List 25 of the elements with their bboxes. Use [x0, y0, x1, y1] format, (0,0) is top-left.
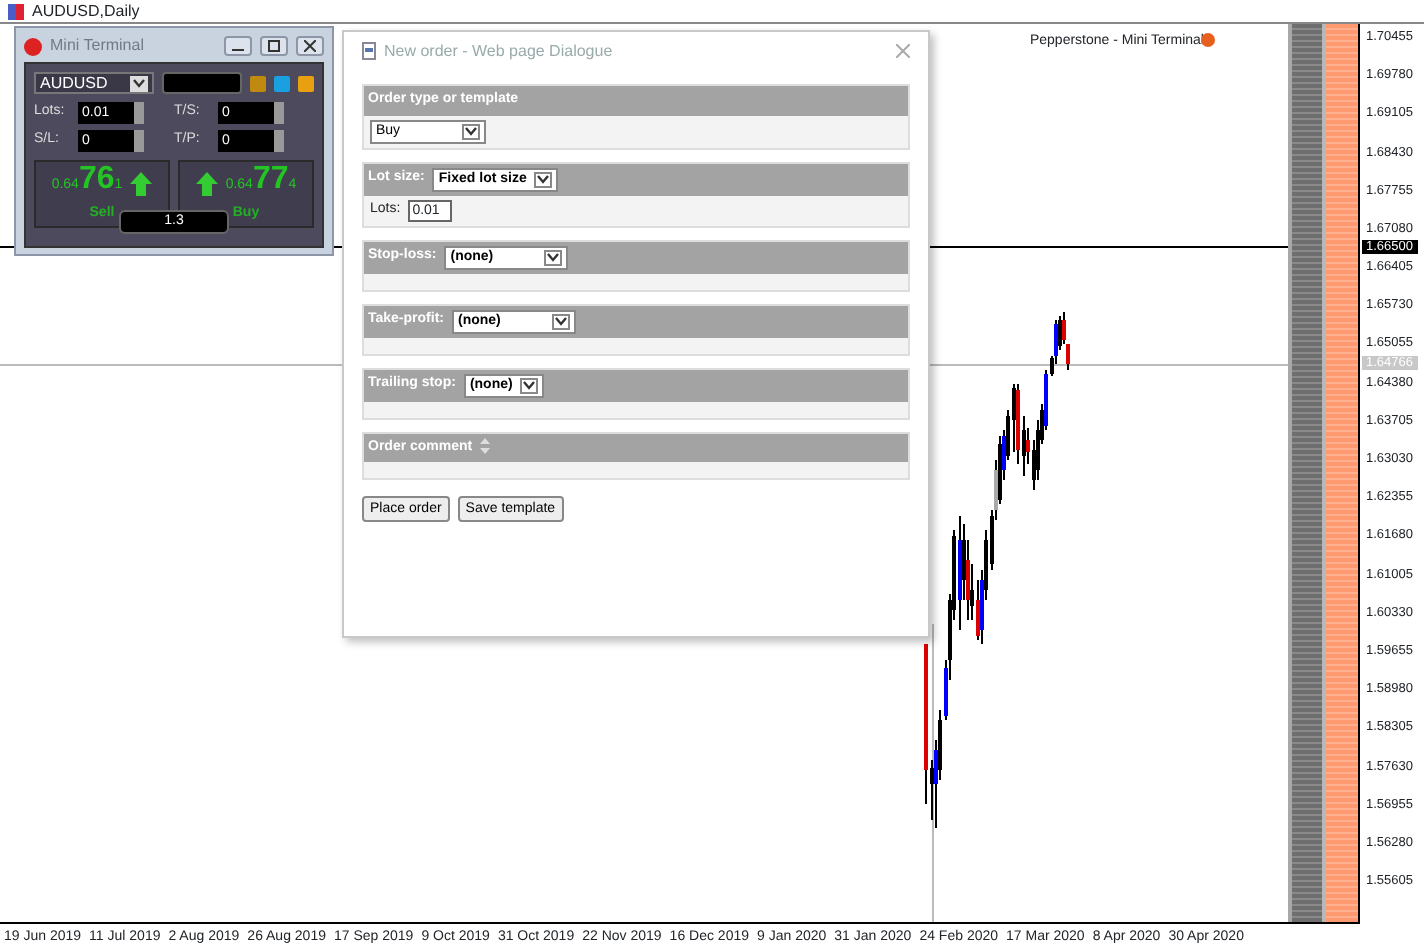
square-icon [268, 39, 280, 51]
status-display [162, 72, 242, 94]
window-title: AUDUSD,Daily [32, 0, 140, 23]
close-icon[interactable] [896, 40, 910, 64]
up-arrow-icon [195, 171, 218, 196]
caret-icon [520, 377, 539, 393]
sort-icon[interactable] [480, 437, 491, 458]
close-button[interactable] [296, 35, 324, 55]
caret-icon [130, 75, 148, 91]
up-arrow-icon [130, 171, 153, 196]
price-text: 76 [78, 161, 115, 195]
close-icon [304, 39, 316, 51]
symbol-select[interactable]: AUDUSD [34, 72, 154, 94]
minimize-button[interactable] [224, 35, 252, 55]
caret-icon [551, 313, 570, 329]
window-title: Mini Terminal [50, 33, 146, 57]
caret-icon [534, 171, 553, 187]
chart-icon [8, 3, 24, 19]
window-title: New order - Web page Dialogue [384, 40, 615, 64]
price-text: 77 [252, 161, 289, 195]
caret-icon [462, 123, 480, 139]
logo-icon [24, 36, 42, 54]
caret-icon [544, 249, 563, 265]
restore-button[interactable] [260, 35, 288, 55]
page-icon [362, 40, 376, 64]
